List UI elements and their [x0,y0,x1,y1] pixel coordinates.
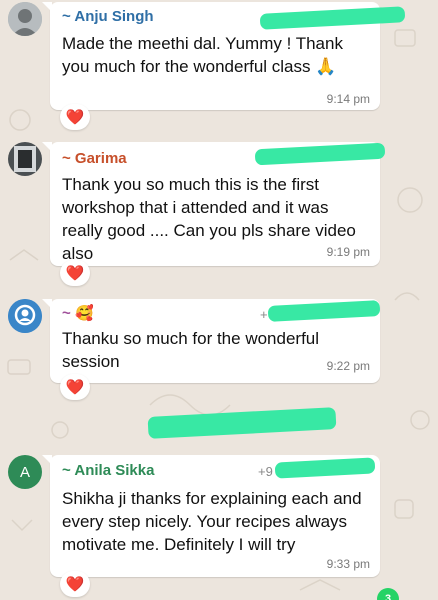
message-bubble[interactable]: ~ 🥰 + Thanku so much for the wonderful s… [42,299,381,383]
heart-reaction[interactable]: ❤️ [60,104,90,130]
profile-photo-icon [8,2,42,36]
sender-name[interactable]: ~ Anila Sikka [62,462,154,479]
sender-avatar[interactable] [8,299,42,333]
heart-reaction[interactable]: ❤️ [60,260,90,286]
heart-reaction[interactable]: ❤️ [60,571,90,597]
profile-photo-icon [8,142,42,176]
sender-avatar[interactable]: A [8,455,42,489]
heart-icon: ❤️ [65,265,85,282]
heart-reaction[interactable]: ❤️ [60,374,90,400]
heart-icon: ❤️ [65,109,85,126]
smiling-face-emoji: 🥰 [74,305,94,322]
default-user-icon [8,299,42,333]
sender-name[interactable]: ~ Garima [62,150,127,167]
sender-avatar[interactable] [8,142,42,176]
bubble-tail [42,2,52,12]
message-text: Thanku so much for the wonderful session [62,329,320,371]
bubble-tail [42,455,52,465]
message-time: 9:14 pm [326,92,370,106]
heart-icon: ❤️ [65,576,85,593]
bubble-tail [42,299,52,309]
message-time: 9:19 pm [326,245,370,259]
redacted-phone [254,142,386,166]
redacted-phone [267,300,381,322]
pray-emoji: 🙏 [315,57,337,76]
message-bubble[interactable]: ~ Anju Singh Made the meethi dal. Yummy … [42,2,406,110]
message-time: 9:33 pm [326,557,370,571]
sender-phone: +9 [258,464,273,479]
message-text: Shikha ji thanks for explaining each and… [62,489,362,554]
message-text: Thank you so much this is the first work… [62,175,356,263]
message-text: Made the meethi dal. Yummy ! Thank you m… [62,34,343,76]
message-bubble[interactable]: ~ Anila Sikka +9 Shikha ji thanks for ex… [42,455,380,577]
message-time: 9:22 pm [326,359,370,373]
avatar-letter: A [19,463,30,481]
sender-avatar[interactable] [8,2,42,36]
bubble-tail [42,142,52,152]
sender-name[interactable]: ~ Anju Singh [62,8,154,25]
message-bubble[interactable]: ~ Garima Thank you so much this is the f… [42,142,386,266]
sender-name[interactable]: ~ 🥰 [62,304,94,322]
redacted-phone [274,457,376,479]
heart-icon: ❤️ [65,379,85,396]
sender-phone: + [260,307,268,322]
